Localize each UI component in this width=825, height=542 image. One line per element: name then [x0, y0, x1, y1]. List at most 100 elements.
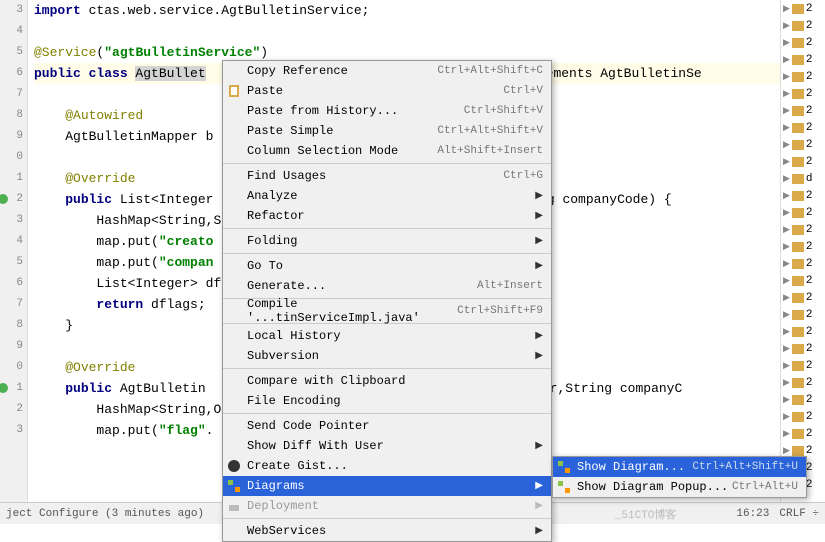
folder-icon	[792, 242, 804, 252]
folder-icon	[792, 310, 804, 320]
line-number: 1	[0, 168, 23, 189]
tree-item[interactable]: ▶2	[781, 306, 825, 323]
tree-item[interactable]: ▶2	[781, 34, 825, 51]
tree-item[interactable]: ▶2	[781, 136, 825, 153]
menu-copy-reference[interactable]: Copy ReferenceCtrl+Alt+Shift+C	[223, 61, 551, 81]
folder-icon	[792, 395, 804, 405]
menu-paste[interactable]: PasteCtrl+V	[223, 81, 551, 101]
menu-analyze[interactable]: Analyze▶	[223, 186, 551, 206]
tree-item[interactable]: ▶2	[781, 187, 825, 204]
chevron-right-icon: ▶	[783, 293, 790, 303]
watermark: _51CTO博客	[615, 506, 677, 522]
tree-item[interactable]: ▶2	[781, 357, 825, 374]
tree-item[interactable]: ▶2	[781, 153, 825, 170]
tree-item[interactable]: ▶2	[781, 408, 825, 425]
folder-icon	[792, 72, 804, 82]
tree-label: 2	[806, 207, 813, 219]
tree-label: 2	[806, 190, 813, 202]
tree-label: 2	[806, 275, 813, 287]
gutter-marker-icon	[0, 194, 8, 204]
menu-show-diff[interactable]: Show Diff With User▶	[223, 436, 551, 456]
folder-icon	[792, 89, 804, 99]
chevron-right-icon: ▶	[783, 38, 790, 48]
menu-paste-history[interactable]: Paste from History...Ctrl+Shift+V	[223, 101, 551, 121]
tree-item[interactable]: ▶2	[781, 102, 825, 119]
tree-item[interactable]: ▶2	[781, 17, 825, 34]
folder-icon	[792, 140, 804, 150]
tree-label: 2	[806, 343, 813, 355]
menu-column-selection[interactable]: Column Selection ModeAlt+Shift+Insert	[223, 141, 551, 161]
line-number: 3	[0, 0, 23, 21]
chevron-right-icon: ▶	[783, 4, 790, 14]
tree-item[interactable]: ▶2	[781, 323, 825, 340]
menu-create-gist[interactable]: Create Gist...	[223, 456, 551, 476]
menu-folding[interactable]: Folding▶	[223, 231, 551, 251]
project-sidebar[interactable]: ▶2▶2▶2▶2▶2▶2▶2▶2▶2▶2▶d▶2▶2▶2▶2▶2▶2▶2▶2▶2…	[780, 0, 825, 502]
tree-item[interactable]: ▶2	[781, 238, 825, 255]
menu-local-history[interactable]: Local History▶	[223, 326, 551, 346]
menu-compare-clipboard[interactable]: Compare with Clipboard	[223, 371, 551, 391]
line-number: 1	[0, 378, 23, 399]
tree-item[interactable]: ▶d	[781, 170, 825, 187]
tree-label: 2	[806, 88, 813, 100]
menu-subversion[interactable]: Subversion▶	[223, 346, 551, 366]
tree-item[interactable]: ▶2	[781, 51, 825, 68]
folder-icon	[792, 21, 804, 31]
folder-icon	[792, 157, 804, 167]
menu-compile[interactable]: Compile '...tinServiceImpl.java'Ctrl+Shi…	[223, 301, 551, 321]
line-number: 6	[0, 63, 23, 84]
tree-label: 2	[806, 445, 813, 457]
line-number: 4	[0, 21, 23, 42]
line-number: 2	[0, 399, 23, 420]
context-menu[interactable]: Copy ReferenceCtrl+Alt+Shift+C PasteCtrl…	[222, 60, 552, 542]
tree-label: 2	[806, 3, 813, 15]
menu-send-code-pointer[interactable]: Send Code Pointer	[223, 416, 551, 436]
line-number: 6	[0, 273, 23, 294]
line-number: 7	[0, 84, 23, 105]
tree-item[interactable]: ▶2	[781, 204, 825, 221]
diagrams-submenu[interactable]: Show Diagram...Ctrl+Alt+Shift+U Show Dia…	[552, 456, 807, 498]
tree-item[interactable]: ▶2	[781, 425, 825, 442]
chevron-right-icon: ▶	[783, 276, 790, 286]
submenu-show-diagram[interactable]: Show Diagram...Ctrl+Alt+Shift+U	[553, 457, 806, 477]
tree-item[interactable]: ▶2	[781, 289, 825, 306]
tree-label: 2	[806, 20, 813, 32]
folder-icon	[792, 106, 804, 116]
menu-generate[interactable]: Generate...Alt+Insert	[223, 276, 551, 296]
tree-item[interactable]: ▶2	[781, 255, 825, 272]
tree-item[interactable]: ▶2	[781, 272, 825, 289]
folder-icon	[792, 429, 804, 439]
tree-item[interactable]: ▶2	[781, 85, 825, 102]
line-number: 8	[0, 105, 23, 126]
line-number: 0	[0, 357, 23, 378]
submenu-show-diagram-popup[interactable]: Show Diagram Popup...Ctrl+Alt+U	[553, 477, 806, 497]
folder-icon	[792, 55, 804, 65]
tree-item[interactable]: ▶2	[781, 221, 825, 238]
folder-icon	[792, 4, 804, 14]
tree-item[interactable]: ▶2	[781, 0, 825, 17]
chevron-right-icon: ▶	[783, 412, 790, 422]
tree-item[interactable]: ▶2	[781, 340, 825, 357]
diagram-icon	[557, 460, 571, 474]
tree-label: 2	[806, 224, 813, 236]
tree-label: 2	[806, 258, 813, 270]
menu-goto[interactable]: Go To▶	[223, 256, 551, 276]
menu-file-encoding[interactable]: File Encoding	[223, 391, 551, 411]
tree-item[interactable]: ▶2	[781, 391, 825, 408]
folder-icon	[792, 446, 804, 456]
menu-webservices[interactable]: WebServices▶	[223, 521, 551, 541]
github-icon	[227, 459, 241, 473]
tree-item[interactable]: ▶2	[781, 68, 825, 85]
status-encoding: CRLF ÷	[779, 508, 819, 520]
menu-diagrams[interactable]: Diagrams▶	[223, 476, 551, 496]
chevron-right-icon: ▶	[783, 395, 790, 405]
tree-item[interactable]: ▶2	[781, 119, 825, 136]
chevron-right-icon: ▶	[783, 106, 790, 116]
menu-paste-simple[interactable]: Paste SimpleCtrl+Alt+Shift+V	[223, 121, 551, 141]
tree-label: 2	[806, 292, 813, 304]
tree-item[interactable]: ▶2	[781, 374, 825, 391]
selected-text: AgtBullet	[135, 66, 205, 81]
menu-find-usages[interactable]: Find UsagesCtrl+G	[223, 166, 551, 186]
menu-refactor[interactable]: Refactor▶	[223, 206, 551, 226]
chevron-right-icon: ▶	[783, 55, 790, 65]
